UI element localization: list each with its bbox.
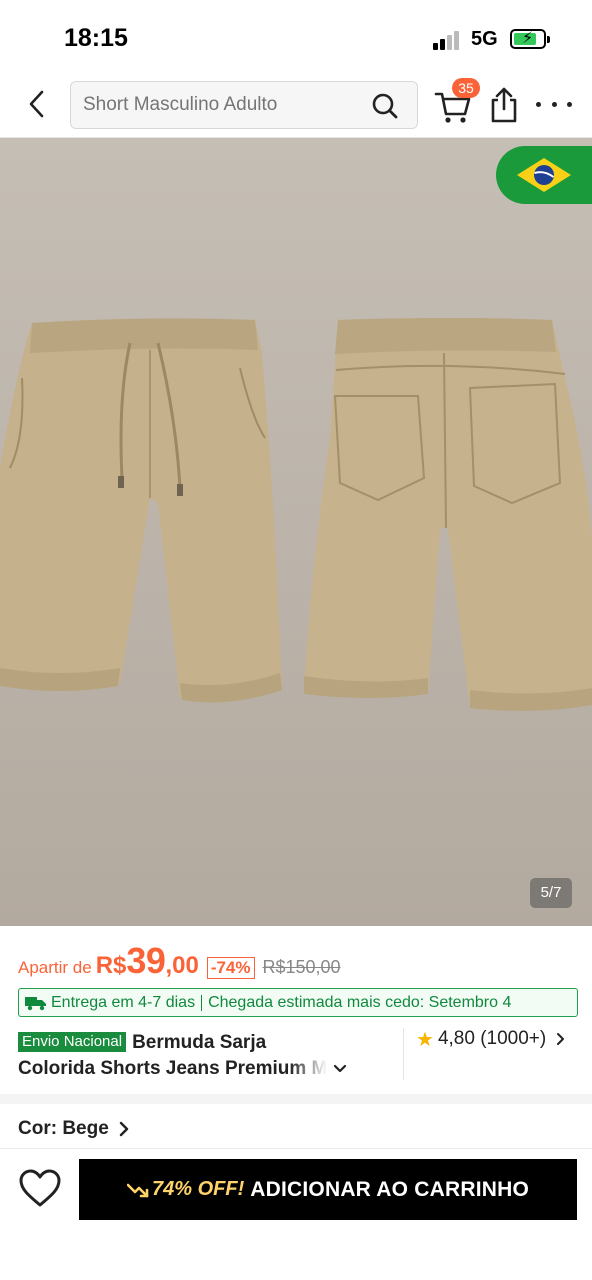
heart-icon[interactable] [18, 1167, 62, 1211]
chevron-down-icon[interactable] [333, 1064, 347, 1074]
rating-summary[interactable]: ★ 4,80 (1000+) [416, 1026, 566, 1052]
search-bar[interactable] [70, 81, 418, 129]
promo-label: 74% OFF! [127, 1178, 244, 1201]
shorts-back [304, 318, 592, 711]
brazil-flag-badge [496, 146, 592, 204]
shorts-front [0, 318, 282, 703]
cart-count-badge: 35 [452, 78, 480, 98]
chevron-right-icon [119, 1121, 128, 1137]
price-currency: R$ [95, 952, 127, 979]
search-input[interactable] [83, 82, 363, 128]
discount-badge: -74% [206, 957, 255, 979]
status-time: 18:15 [64, 24, 128, 52]
back-button[interactable] [22, 86, 52, 122]
rating-count: (1000+) [480, 1028, 547, 1049]
price-integer: 39 [126, 940, 166, 981]
search-header: 35 [0, 72, 592, 138]
divider [403, 1028, 404, 1080]
star-icon: ★ [416, 1028, 434, 1051]
delivery-estimate: Chegada estimada mais cedo: Setembro 4 [208, 993, 512, 1011]
battery-icon: ⚡ [510, 29, 550, 49]
product-photo-shorts [0, 318, 592, 711]
add-to-cart-button[interactable]: 74% OFF! ADICIONAR AO CARRINHO [79, 1159, 577, 1220]
chevron-right-icon [557, 1033, 565, 1045]
chevron-left-icon [29, 90, 44, 118]
image-counter: 5/7 [530, 878, 572, 908]
promo-text: 74% OFF! [152, 1178, 245, 1200]
status-bar: 18:15 5G ⚡ [0, 0, 592, 72]
title-line2: Colorida Shorts Jeans Premium M [18, 1058, 328, 1079]
signal-icon [433, 30, 463, 50]
price-row: Apartir de R$ 39 ,00 -74% R$150,00 [18, 940, 341, 981]
delivery-time: Entrega em 4-7 dias [51, 993, 196, 1011]
rating-score: 4,80 [437, 1028, 475, 1049]
title-line1: Bermuda Sarja [132, 1032, 267, 1053]
bottom-action-bar: 74% OFF! ADICIONAR AO CARRINHO [0, 1148, 592, 1280]
delivery-info-bar[interactable]: Entrega em 4-7 dias Chegada estimada mai… [18, 988, 578, 1017]
trend-down-icon [127, 1183, 149, 1197]
truck-icon [25, 996, 46, 1010]
add-to-cart-label: ADICIONAR AO CARRINHO [250, 1177, 529, 1201]
shipping-tag: Envio Nacional [18, 1032, 127, 1052]
product-image[interactable]: 5/7 [0, 138, 592, 926]
original-price: R$150,00 [262, 957, 341, 977]
search-icon[interactable] [371, 92, 399, 120]
price-prefix: Apartir de [18, 958, 92, 977]
share-icon[interactable] [488, 86, 520, 124]
section-divider [0, 1094, 592, 1104]
price-decimal: ,00 [165, 952, 199, 979]
color-selector[interactable]: Cor: Bege [18, 1118, 129, 1140]
product-title[interactable]: Envio Nacional Bermuda Sarja Colorida Sho… [18, 1030, 396, 1082]
more-options-button[interactable] [536, 94, 572, 114]
network-type: 5G [471, 28, 498, 50]
brazil-flag-icon [513, 155, 575, 195]
delivery-separator [201, 994, 203, 1011]
color-label: Cor: Bege [18, 1118, 109, 1139]
